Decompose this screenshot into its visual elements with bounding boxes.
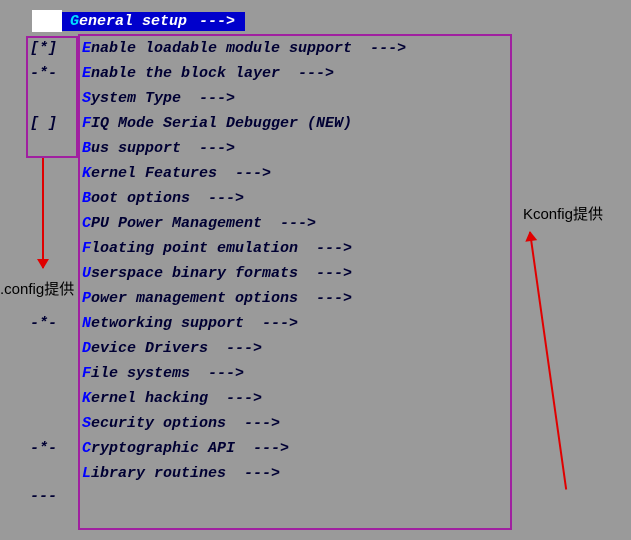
option-indicator: [*] <box>28 36 82 61</box>
menu-item[interactable]: Library routines ---> <box>28 461 611 486</box>
hotkey: U <box>82 265 91 282</box>
menu-item-text: ernel hacking ---> <box>91 390 262 407</box>
arrow-left-icon <box>42 158 44 268</box>
hotkey: F <box>82 240 91 257</box>
hotkey: L <box>82 465 91 482</box>
hotkey: K <box>82 165 91 182</box>
hotkey: N <box>82 315 91 332</box>
menu-item-label: Library routines ---> <box>82 461 280 486</box>
hotkey: F <box>82 365 91 382</box>
menu-item-label: Userspace binary formats ---> <box>82 261 352 286</box>
menu-item[interactable]: Bus support ---> <box>28 136 611 161</box>
option-indicator: -*- <box>28 311 82 336</box>
menu-item-label: Networking support ---> <box>82 311 298 336</box>
menu-item-text: nable the block layer ---> <box>91 65 334 82</box>
hotkey: E <box>82 40 91 57</box>
hotkey: D <box>82 340 91 357</box>
menu-item[interactable]: Floating point emulation ---> <box>28 236 611 261</box>
menu-item-text: nable loadable module support ---> <box>91 40 406 57</box>
menu-item-label: Enable the block layer ---> <box>82 61 334 86</box>
menu-item-text: ibrary routines ---> <box>91 465 280 482</box>
menu-item-label: Kernel Features ---> <box>82 161 271 186</box>
menu-item-text: etworking support ---> <box>91 315 298 332</box>
menu-item[interactable]: Security options ---> <box>28 411 611 436</box>
submenu-arrow-icon: ---> <box>199 13 235 30</box>
menu-item-text: ile systems ---> <box>91 365 244 382</box>
hotkey: F <box>82 115 91 132</box>
menu-item-text: ryptographic API ---> <box>91 440 289 457</box>
menu-item[interactable]: -*-Cryptographic API ---> <box>28 436 611 461</box>
hotkey: C <box>82 215 91 232</box>
menu-item[interactable]: File systems ---> <box>28 361 611 386</box>
menu-item-label: Enable loadable module support ---> <box>82 36 406 61</box>
menu-item-label: Bus support ---> <box>82 136 235 161</box>
menu-item-text: PU Power Management ---> <box>91 215 316 232</box>
header-title: eneral setup <box>79 13 187 30</box>
menu-item-text: us support ---> <box>91 140 235 157</box>
menu-item-label: Boot options ---> <box>82 186 244 211</box>
menu-item[interactable]: Power management options ---> <box>28 286 611 311</box>
menu-item[interactable]: Kernel Features ---> <box>28 161 611 186</box>
menu-item-text: loating point emulation ---> <box>91 240 352 257</box>
menu-item-text: ower management options ---> <box>91 290 352 307</box>
menu-item-label: File systems ---> <box>82 361 244 386</box>
menu-header[interactable]: General setup ---> <box>28 10 611 32</box>
hotkey: B <box>82 140 91 157</box>
hotkey: S <box>82 90 91 107</box>
hotkey: P <box>82 290 91 307</box>
menu-item-label: Security options ---> <box>82 411 280 436</box>
hotkey: S <box>82 415 91 432</box>
menu-item-text: ernel Features ---> <box>91 165 271 182</box>
header-hotkey: G <box>70 13 79 30</box>
menu-item-text: oot options ---> <box>91 190 244 207</box>
option-indicator: -*- <box>28 436 82 461</box>
menu-item[interactable]: Userspace binary formats ---> <box>28 261 611 286</box>
menu-item-text: IQ Mode Serial Debugger (NEW) <box>91 115 352 132</box>
hotkey: E <box>82 65 91 82</box>
menu-item-label: Kernel hacking ---> <box>82 386 262 411</box>
menu-list: [*]Enable loadable module support --->-*… <box>28 36 611 486</box>
menu-item-label: Device Drivers ---> <box>82 336 262 361</box>
annotation-kconfig: Kconfig提供 <box>523 203 603 224</box>
menu-item-text: evice Drivers ---> <box>91 340 262 357</box>
hotkey: K <box>82 390 91 407</box>
option-indicator: [ ] <box>28 111 82 136</box>
menu-item-label: Floating point emulation ---> <box>82 236 352 261</box>
menu-item[interactable]: -*-Enable the block layer ---> <box>28 61 611 86</box>
menu-item-text: ystem Type ---> <box>91 90 235 107</box>
menu-item-text: ecurity options ---> <box>91 415 280 432</box>
menu-item[interactable]: [*]Enable loadable module support ---> <box>28 36 611 61</box>
menu-item[interactable]: System Type ---> <box>28 86 611 111</box>
hotkey: B <box>82 190 91 207</box>
menu-item-label: CPU Power Management ---> <box>82 211 316 236</box>
hotkey: C <box>82 440 91 457</box>
menu-item-text: serspace binary formats ---> <box>91 265 352 282</box>
annotation-config: .config提供 <box>0 278 74 299</box>
menu-item[interactable]: -*-Networking support ---> <box>28 311 611 336</box>
menu-item-label: FIQ Mode Serial Debugger (NEW) <box>82 111 352 136</box>
menu-item-label: Cryptographic API ---> <box>82 436 289 461</box>
header-cursor <box>32 10 62 32</box>
menu-item-label: System Type ---> <box>82 86 235 111</box>
menu-item[interactable]: [ ]FIQ Mode Serial Debugger (NEW) <box>28 111 611 136</box>
menu-item[interactable]: Device Drivers ---> <box>28 336 611 361</box>
menu-footer-dash: --- <box>28 486 611 508</box>
option-indicator: -*- <box>28 61 82 86</box>
menu-item[interactable]: Kernel hacking ---> <box>28 386 611 411</box>
menu-item-label: Power management options ---> <box>82 286 352 311</box>
